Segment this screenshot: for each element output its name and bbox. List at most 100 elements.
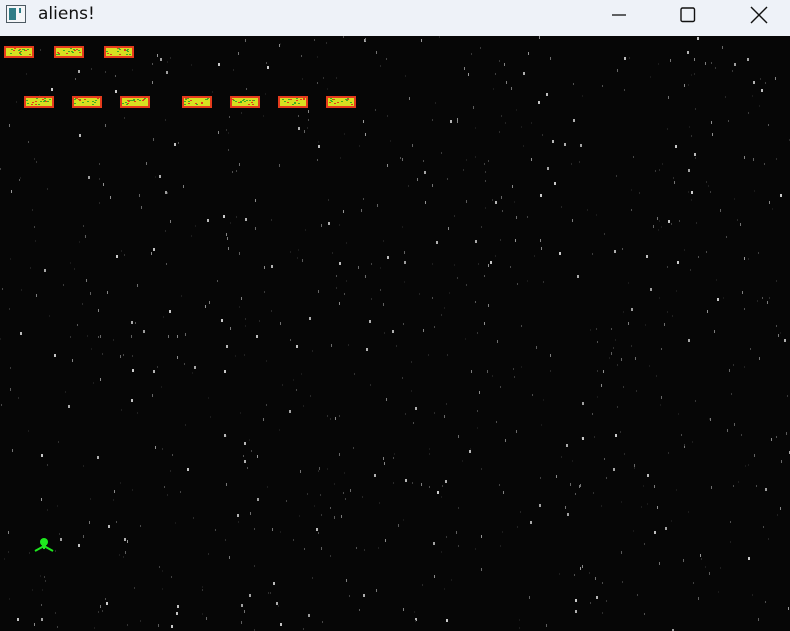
star [477,427,478,429]
star [400,157,401,159]
star [657,217,658,220]
star [492,375,493,377]
star [567,513,569,516]
star [184,363,185,365]
star [36,161,37,163]
star [151,252,152,255]
star [575,610,577,613]
star [91,68,92,70]
star [722,46,723,49]
star [286,500,287,502]
star [423,329,424,332]
star [140,620,141,622]
star [217,280,218,282]
star [441,152,442,154]
star [662,163,663,165]
star [521,366,522,368]
star [550,57,551,60]
star [695,108,696,110]
star [191,64,192,66]
star [475,156,476,158]
star [523,145,524,147]
star [748,557,750,560]
star [263,115,264,117]
star [411,390,412,392]
star [429,486,430,488]
star [479,391,480,394]
star [740,223,741,226]
game-window: aliens! [0,0,790,631]
star [119,554,120,556]
star [675,145,677,148]
star [778,334,779,337]
star [529,596,530,599]
star [435,102,436,104]
minimize-button[interactable] [596,0,642,30]
star [330,555,331,557]
star [684,444,685,446]
star [575,493,576,495]
star [152,394,153,397]
star [633,530,634,532]
star [159,175,161,178]
star [573,83,574,85]
star [574,574,575,576]
star [516,430,517,433]
star [647,503,648,505]
star [181,295,182,297]
star [658,229,659,231]
star [402,377,403,379]
star [624,57,626,60]
star [495,255,496,257]
star [446,403,447,405]
star [82,303,83,305]
star [528,52,529,55]
star [371,263,372,265]
star [249,594,251,597]
star [387,256,389,259]
star [636,390,637,392]
star [554,182,556,185]
star [353,447,354,449]
star [115,90,117,93]
star [230,327,231,330]
star [692,441,693,443]
star [602,612,603,614]
star [1,404,2,406]
star [589,572,590,574]
close-button[interactable] [736,0,782,30]
star [573,119,575,122]
star [238,521,239,523]
title-bar[interactable]: aliens! [0,0,790,36]
star [617,69,618,72]
star [572,460,573,462]
star [759,105,760,107]
star [255,227,256,230]
star [271,265,273,268]
maximize-button[interactable] [665,0,711,30]
star [446,536,447,538]
star [113,499,114,501]
star [74,268,75,270]
star [613,468,615,471]
star [241,621,242,624]
game-playfield[interactable] [0,36,790,631]
star [114,490,115,493]
star [753,158,754,161]
alien-ship-icon [104,46,134,58]
star [115,75,116,77]
star [620,431,621,433]
star [571,163,572,165]
star [748,112,749,114]
star [41,618,43,621]
star [266,360,267,362]
star [124,117,125,119]
star [304,130,305,133]
star [102,610,103,612]
star [606,600,607,602]
star [78,70,80,73]
star [12,449,13,452]
star [744,308,745,310]
star [341,515,342,518]
star [485,180,486,182]
